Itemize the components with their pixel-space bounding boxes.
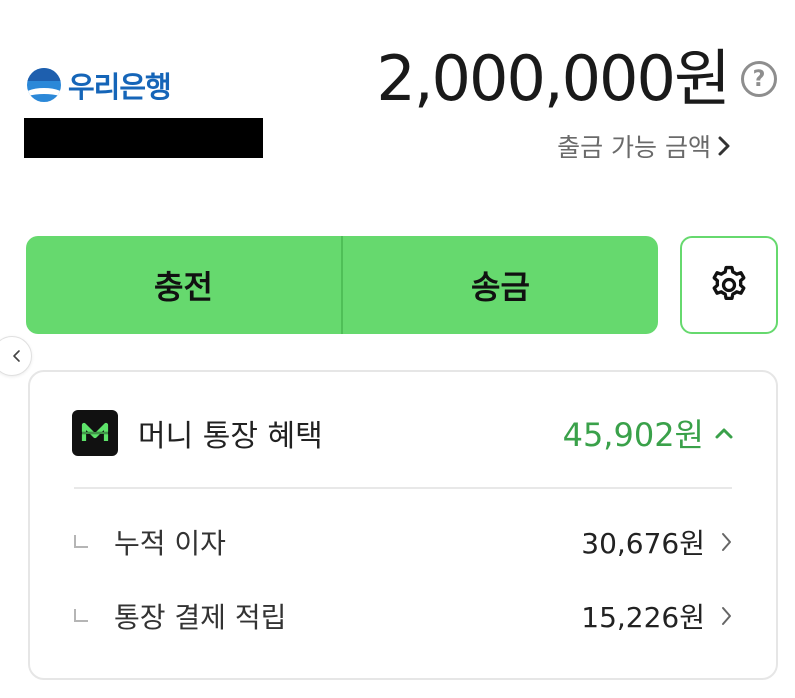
row-right: 15,226원	[581, 596, 732, 636]
bank-brand: 우리은행	[26, 64, 172, 106]
chevron-right-icon	[722, 533, 731, 551]
row-left: 통장 결제 적립	[72, 596, 286, 636]
benefit-row-value: 15,226원	[581, 601, 705, 634]
masked-account-number	[24, 118, 263, 158]
benefits-total[interactable]: 45,902원	[563, 410, 734, 456]
action-buttons: 충전 송금	[26, 236, 658, 334]
account-screen: 우리은행 2,000,000원 ? 출금 가능 금액 충전 송금 머니 통장 혜…	[0, 0, 795, 698]
benefit-row-interest[interactable]: 누적 이자 30,676원	[72, 520, 732, 564]
benefit-row-label: 누적 이자	[114, 527, 226, 560]
sub-item-elbow-icon	[74, 609, 88, 622]
transfer-button[interactable]: 송금	[343, 236, 658, 334]
withdrawable-amount-link[interactable]: 출금 가능 금액	[557, 128, 731, 164]
woori-bank-logo-icon	[27, 68, 61, 102]
balance-amount: 2,000,000원	[376, 42, 731, 115]
money-m-logo-icon	[72, 410, 118, 456]
benefits-total-amount: 45,902원	[562, 416, 704, 454]
benefit-row-payment-reward[interactable]: 통장 결제 적립 15,226원	[72, 594, 732, 638]
row-left: 누적 이자	[72, 522, 226, 562]
question-circle-icon[interactable]: ?	[741, 61, 777, 97]
row-right: 30,676원	[581, 522, 732, 562]
gear-icon	[712, 265, 746, 301]
benefits-header-left: 머니 통장 혜택	[72, 410, 323, 456]
balance-row: 2,000,000원 ?	[376, 48, 777, 110]
chevron-right-icon	[718, 136, 730, 156]
benefits-header[interactable]: 머니 통장 혜택 45,902원	[72, 408, 734, 458]
benefits-title: 머니 통장 혜택	[138, 419, 323, 454]
benefit-row-label: 통장 결제 적립	[114, 601, 287, 634]
previous-arrow-button[interactable]	[0, 336, 32, 376]
bank-name: 우리은행	[68, 70, 172, 104]
benefit-row-value: 30,676원	[581, 527, 705, 560]
chevron-right-icon	[722, 607, 731, 625]
sub-item-elbow-icon	[74, 535, 88, 548]
chevron-up-icon	[715, 428, 733, 439]
money-account-benefits-card: 머니 통장 혜택 45,902원 누적 이자 30,676원 통장 결제 적립 …	[28, 370, 778, 680]
withdrawable-label: 출금 가능 금액	[557, 133, 711, 162]
settings-button[interactable]	[680, 236, 778, 334]
card-divider	[74, 487, 732, 489]
charge-button[interactable]: 충전	[26, 236, 341, 334]
chevron-left-icon	[13, 350, 20, 362]
